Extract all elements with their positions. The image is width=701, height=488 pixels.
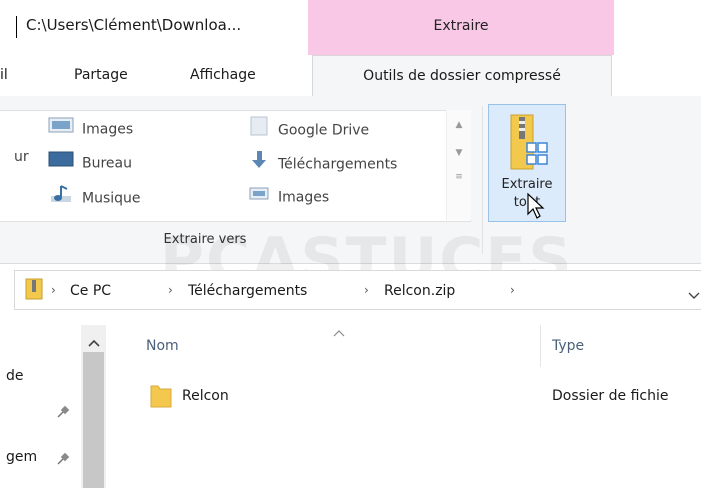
gallery-item-label: Téléchargements: [278, 156, 398, 173]
file-type: Dossier de fichie: [552, 388, 669, 404]
file-name: Relcon: [182, 388, 229, 404]
chevron-right-icon: ›: [51, 283, 56, 297]
breadcrumb-telechargements[interactable]: Téléchargements: [188, 283, 307, 299]
gallery-item-label: Musique: [82, 190, 141, 207]
gallery-scroll-up-icon[interactable]: ▲: [447, 120, 471, 130]
gallery-item-images-2[interactable]: Images: [248, 184, 329, 210]
gallery-item-label: Images: [82, 121, 134, 138]
column-divider[interactable]: [540, 325, 541, 367]
google-drive-folder-icon: [248, 116, 270, 145]
images-folder-icon: [248, 184, 270, 211]
gallery-item-label: ur: [14, 149, 29, 165]
chevron-right-icon[interactable]: ›: [364, 283, 369, 297]
nav-item-gem[interactable]: gem: [6, 449, 37, 465]
gallery-scroller[interactable]: ▲ ▼ ≡: [446, 110, 471, 220]
gallery-item-label: Images: [278, 189, 330, 206]
zip-folder-icon: [25, 278, 43, 304]
address-bar[interactable]: [14, 270, 701, 310]
title-separator: [16, 16, 17, 38]
column-header-name[interactable]: Nom: [146, 338, 179, 354]
breadcrumb-ce-pc[interactable]: Ce PC: [70, 283, 111, 299]
gallery-expand-icon[interactable]: ≡: [447, 172, 471, 182]
pin-icon[interactable]: [55, 404, 71, 424]
nav-item-de[interactable]: de: [6, 368, 24, 384]
scroll-up-icon[interactable]: [87, 333, 101, 352]
address-dropdown-icon[interactable]: [688, 286, 700, 305]
tab-outils-dossier-compresse[interactable]: Outils de dossier compressé: [312, 55, 612, 97]
downloads-folder-icon: [248, 150, 270, 179]
gallery-scroll-down-icon[interactable]: ▼: [447, 148, 471, 158]
tab-partage[interactable]: Partage: [74, 55, 128, 95]
gallery-item-images[interactable]: Images: [48, 116, 133, 142]
chevron-right-icon[interactable]: ›: [510, 283, 515, 297]
table-row[interactable]: Relcon Dossier de fichie: [140, 378, 701, 418]
music-folder-icon: [48, 184, 74, 213]
images-folder-icon: [48, 116, 74, 143]
gallery-item-telechargements[interactable]: Téléchargements: [248, 150, 397, 176]
gallery-item-bureau[interactable]: Bureau: [48, 150, 132, 176]
gallery-item-google-drive[interactable]: Google Drive: [248, 116, 369, 142]
mouse-cursor-icon: [526, 192, 548, 224]
nav-scroll-thumb[interactable]: [83, 352, 104, 488]
breadcrumb-relcon-zip[interactable]: Relcon.zip: [384, 283, 455, 299]
tab-affichage[interactable]: Affichage: [190, 55, 256, 95]
desktop-folder-icon: [48, 150, 74, 177]
window-title: C:\Users\Clément\Downloa...: [26, 16, 242, 34]
gallery-item-label: Google Drive: [278, 122, 370, 139]
zip-extract-icon: [509, 113, 549, 175]
pin-icon[interactable]: [55, 451, 71, 471]
context-tab-header-label: Extraire: [433, 18, 489, 34]
gallery-item-cut[interactable]: ur: [14, 144, 29, 170]
gallery-item-label: Bureau: [82, 155, 132, 172]
chevron-right-icon[interactable]: ›: [168, 283, 173, 297]
gallery-item-musique[interactable]: Musique: [48, 184, 141, 210]
sort-ascending-icon: [332, 322, 346, 341]
folder-icon: [150, 382, 172, 412]
tab-fichier[interactable]: il: [0, 55, 8, 95]
column-header-type[interactable]: Type: [552, 338, 584, 354]
